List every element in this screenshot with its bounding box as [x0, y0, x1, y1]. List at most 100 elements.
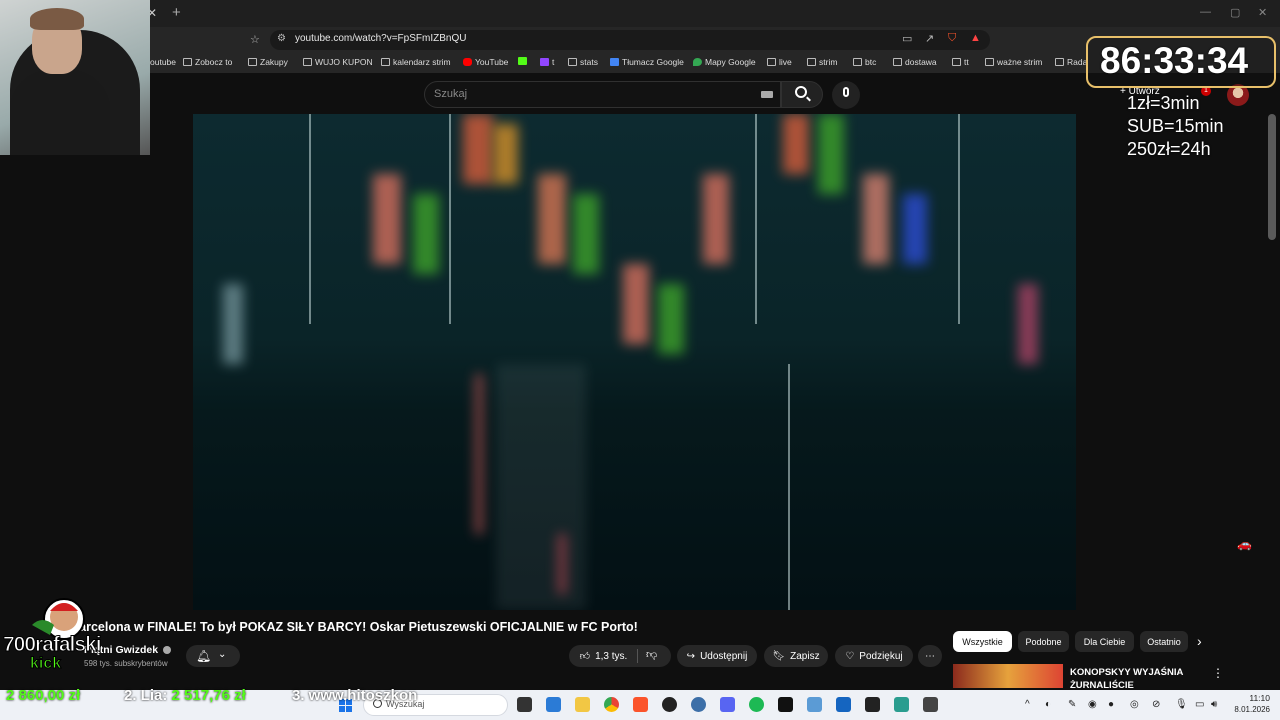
- subscribed-bell-button[interactable]: [186, 645, 240, 667]
- rate-line: 1zł=3min: [1127, 93, 1200, 113]
- network-icon[interactable]: ▭: [1195, 699, 1204, 710]
- app-icon[interactable]: [778, 697, 793, 712]
- search-input[interactable]: [424, 81, 781, 108]
- brave-icon[interactable]: [633, 697, 648, 712]
- bookmark-item[interactable]: [518, 57, 530, 65]
- bookmark-label: ważne strim: [997, 57, 1043, 67]
- app-icon[interactable]: [836, 697, 851, 712]
- streamer-name: 700rafalski: [3, 633, 103, 657]
- bookmark-label: YouTube: [475, 57, 509, 67]
- video-streak: [755, 114, 757, 324]
- folder-icon: [381, 58, 390, 66]
- page-scrollbar[interactable]: [1268, 114, 1276, 240]
- app-icon[interactable]: [807, 697, 822, 712]
- widgets-icon[interactable]: [546, 697, 561, 712]
- chip-recent[interactable]: Ostatnio: [1140, 631, 1188, 652]
- bookmark-label: strim: [819, 57, 838, 67]
- folder-icon: [183, 58, 192, 66]
- task-view-icon[interactable]: [517, 697, 532, 712]
- file-explorer-icon[interactable]: [575, 697, 590, 712]
- save-label: Zapisz: [790, 650, 820, 662]
- search-placeholder: Szukaj: [434, 88, 468, 100]
- video-blur: [493, 124, 518, 184]
- bookmark-item[interactable]: strim: [807, 57, 837, 67]
- bookmark-item[interactable]: Tłumacz Google: [610, 57, 684, 67]
- miniplayer-icon[interactable]: 🚗: [1237, 537, 1252, 551]
- bookmark-item[interactable]: YouTube: [463, 57, 508, 67]
- site-info-icon[interactable]: ⚙: [277, 33, 286, 44]
- ticker-entry: 2. Lia: 2 517,76 zł: [124, 687, 246, 704]
- app-icon[interactable]: [894, 697, 909, 712]
- thumbs-down-icon[interactable]: 👎︎: [646, 648, 657, 661]
- share-icon[interactable]: ↗: [925, 32, 934, 45]
- video-streak: [788, 364, 790, 610]
- maximize-icon[interactable]: ▢: [1230, 6, 1240, 19]
- video-player[interactable]: [193, 114, 1076, 610]
- save-button[interactable]: 🔖︎ Zapisz: [764, 645, 828, 667]
- folder-icon: [985, 58, 994, 66]
- bookmark-item[interactable]: tt: [952, 57, 969, 67]
- folder-icon: [1055, 58, 1064, 66]
- kick-wordmark: kick: [29, 655, 62, 673]
- chip-related[interactable]: Podobne: [1018, 631, 1069, 652]
- clock-time[interactable]: 11:10: [1246, 693, 1270, 703]
- folder-icon: [767, 58, 776, 66]
- chrome-icon[interactable]: [604, 697, 619, 712]
- recommended-title[interactable]: KONOPSKYY WYJAŚNIA ŻURNALIŚCIE: [1070, 666, 1183, 692]
- recommended-thumbnail[interactable]: [953, 664, 1063, 688]
- thanks-button[interactable]: ♡ Podziękuj: [835, 645, 913, 667]
- bookmark-item[interactable]: t: [540, 57, 554, 67]
- bookmark-label: outube: [150, 57, 176, 67]
- bookmark-icon[interactable]: ☆: [250, 33, 260, 46]
- bookmark-item[interactable]: Zakupy: [248, 57, 288, 67]
- kick-icon: [518, 57, 527, 65]
- spotify-icon[interactable]: [749, 697, 764, 712]
- folder-icon: [893, 58, 902, 66]
- chevron-up-icon[interactable]: ^: [1025, 699, 1030, 710]
- app-icon[interactable]: [865, 697, 880, 712]
- new-tab-button[interactable]: +: [172, 4, 181, 21]
- bookmark-item[interactable]: Mapy Google: [693, 57, 756, 67]
- bookmark-label: Tłumacz Google: [622, 57, 684, 67]
- bookmark-item[interactable]: Zobocz to: [183, 57, 232, 67]
- chip-all[interactable]: Wszystkie: [953, 631, 1012, 652]
- bookmark-item[interactable]: kalendarz strim: [381, 57, 451, 67]
- folder-icon: [248, 58, 257, 66]
- bookmark-item[interactable]: stats: [568, 57, 598, 67]
- volume-icon[interactable]: 🔊︎: [1211, 699, 1217, 710]
- cast-icon[interactable]: ▭: [902, 32, 912, 45]
- tray-icon[interactable]: ◐: [1045, 699, 1051, 710]
- brave-rewards-icon[interactable]: ▲: [970, 32, 981, 44]
- stats-icon: [568, 58, 577, 66]
- close-window-icon[interactable]: ✕: [1258, 6, 1267, 19]
- steam-icon[interactable]: ◎: [1130, 699, 1139, 710]
- discord-icon[interactable]: [720, 697, 735, 712]
- tray-icon[interactable]: ✎: [1068, 699, 1076, 710]
- brave-shield-icon[interactable]: ⛉: [948, 32, 956, 45]
- obs-icon[interactable]: [662, 697, 677, 712]
- share-button[interactable]: ↪ Udostępnij: [677, 645, 757, 667]
- chevron-right-icon[interactable]: ›: [1197, 633, 1202, 649]
- kebab-menu-icon[interactable]: ⋮: [1212, 666, 1224, 680]
- ticker-name: 2. Lia:: [124, 687, 168, 704]
- bookmark-item[interactable]: live: [767, 57, 792, 67]
- tray-icon[interactable]: ●: [1108, 699, 1114, 710]
- bookmark-item[interactable]: WUJO KUPON: [303, 57, 373, 67]
- clock-date[interactable]: 8.01.2026: [1232, 705, 1270, 714]
- mic-icon[interactable]: 🎙︎: [1175, 699, 1188, 710]
- bookmark-item[interactable]: btc: [853, 57, 876, 67]
- app-icon[interactable]: [691, 697, 706, 712]
- tray-icon[interactable]: ⊘: [1152, 699, 1160, 710]
- bookmark-item[interactable]: Rada: [1055, 57, 1087, 67]
- more-actions-button[interactable]: ⋯: [918, 645, 942, 667]
- video-blur: [703, 174, 729, 264]
- bookmark-label: Mapy Google: [705, 57, 756, 67]
- bookmark-item[interactable]: dostawa: [893, 57, 937, 67]
- chip-for-you[interactable]: Dla Ciebie: [1075, 631, 1134, 652]
- keyboard-icon[interactable]: [761, 91, 773, 98]
- minimize-icon[interactable]: —: [1200, 6, 1211, 18]
- app-icon[interactable]: [923, 697, 938, 712]
- tray-icon[interactable]: ◉: [1088, 699, 1097, 710]
- bookmark-item[interactable]: ważne strim: [985, 57, 1042, 67]
- bookmark-label: tt: [964, 57, 969, 67]
